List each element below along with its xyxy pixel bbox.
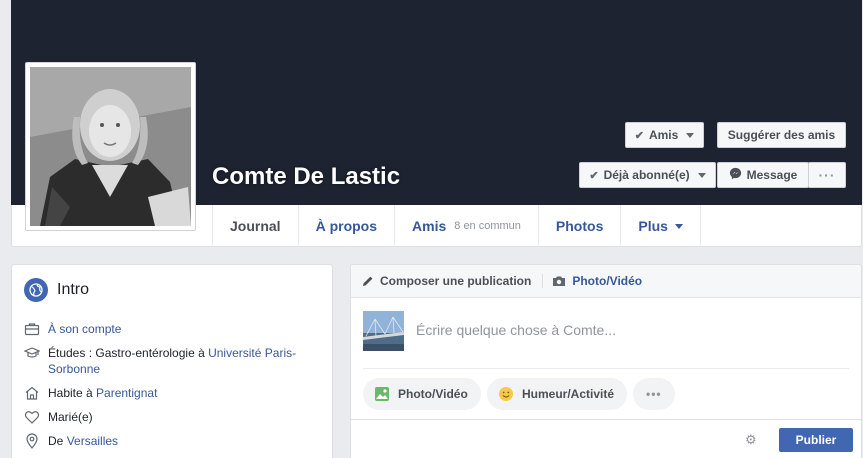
tab-about[interactable]: À propos	[297, 205, 394, 247]
compose-post-label: Composer une publication	[380, 274, 532, 288]
tab-label: Photos	[555, 218, 604, 234]
suggest-friends-label: Suggérer des amis	[727, 128, 836, 142]
pencil-icon	[363, 276, 373, 286]
caret-down-icon	[674, 223, 683, 229]
profile-tabs: Journal À propos Amis 8 en commun Photos…	[212, 205, 701, 247]
photo-video-tab[interactable]: Photo/Vidéo	[552, 274, 642, 288]
intro-item-education: Études : Gastro-entérologie à Université…	[24, 345, 324, 377]
mood-activity-button[interactable]: Humeur/Activité	[487, 378, 628, 410]
smiley-icon	[499, 387, 513, 401]
intro-item-relationship: Marié(e)	[24, 409, 324, 425]
more-options-button[interactable]: ···	[808, 162, 846, 188]
post-text-input[interactable]: Écrire quelque chose à Comte...	[416, 322, 616, 338]
intro-card: Intro À son compte Études : Gastro-entér…	[11, 264, 333, 458]
photo-video-tab-label: Photo/Vidéo	[572, 274, 643, 288]
camera-icon	[553, 276, 566, 286]
residence-prefix: Habite à	[48, 386, 97, 400]
tab-friends[interactable]: Amis 8 en commun	[394, 205, 538, 247]
intro-item-residence: Habite à Parentignat	[24, 385, 324, 401]
home-icon	[25, 386, 39, 400]
tab-label: Plus	[638, 218, 668, 234]
publish-button[interactable]: Publier	[779, 428, 853, 452]
tab-photos[interactable]: Photos	[537, 205, 620, 247]
caret-down-icon	[686, 132, 695, 138]
post-composer: Composer une publication Photo/Vidéo Écr…	[350, 264, 862, 458]
following-button-label: Déjà abonné(e)	[603, 168, 690, 182]
profile-name: Comte De Lastic	[212, 163, 401, 190]
friends-button-label: Amis	[648, 128, 679, 142]
compose-post-tab[interactable]: Composer une publication	[362, 274, 531, 288]
tab-label: Journal	[230, 218, 281, 234]
checkmark-icon: ✔	[589, 169, 599, 182]
following-button[interactable]: ✔ Déjà abonné(e)	[579, 162, 716, 188]
portrait-image	[30, 67, 191, 226]
globe-icon	[24, 278, 48, 302]
briefcase-icon	[24, 323, 40, 336]
intro-header: Intro	[24, 278, 89, 302]
tab-label: À propos	[315, 218, 378, 234]
composer-more-button[interactable]: •••	[633, 378, 675, 410]
friends-button[interactable]: ✔ Amis	[625, 122, 704, 148]
mutual-friends-count: 8 en commun	[454, 220, 521, 232]
tab-journal[interactable]: Journal	[212, 205, 298, 247]
composer-tabs: Composer une publication Photo/Vidéo	[351, 265, 861, 298]
intro-item-work: À son compte	[24, 321, 324, 337]
tab-more[interactable]: Plus	[620, 205, 701, 247]
education-prefix: Études : Gastro-entérologie à	[48, 346, 209, 360]
tab-label: Amis	[412, 218, 447, 234]
profile-picture[interactable]	[25, 62, 196, 231]
heart-icon	[24, 411, 40, 424]
location-pin-icon	[26, 433, 38, 449]
intro-item-hometown: De Versailles	[24, 433, 324, 449]
tab-separator	[542, 274, 544, 288]
message-button[interactable]: Message	[717, 162, 809, 188]
messenger-icon	[729, 167, 742, 183]
user-avatar-thumbnail[interactable]	[363, 311, 404, 351]
composer-divider	[363, 368, 849, 369]
work-link[interactable]: À son compte	[48, 322, 121, 336]
checkmark-icon: ✔	[634, 129, 644, 142]
caret-down-icon	[697, 172, 706, 178]
relationship-status: Marié(e)	[48, 410, 93, 424]
graduation-cap-icon	[24, 347, 40, 358]
photo-video-button[interactable]: Photo/Vidéo	[363, 378, 481, 410]
intro-title: Intro	[57, 281, 90, 298]
message-button-label: Message	[746, 168, 798, 182]
suggest-friends-button[interactable]: Suggérer des amis	[717, 122, 846, 148]
gear-icon[interactable]: ⚙	[745, 432, 757, 448]
hometown-link[interactable]: Versailles	[67, 434, 118, 448]
composer-footer: ⚙ Publier	[351, 419, 861, 458]
photo-icon	[375, 387, 389, 401]
residence-link[interactable]: Parentignat	[96, 386, 157, 400]
hometown-prefix: De	[48, 434, 67, 448]
photo-video-button-label: Photo/Vidéo	[398, 387, 468, 401]
mood-activity-label: Humeur/Activité	[522, 387, 615, 401]
